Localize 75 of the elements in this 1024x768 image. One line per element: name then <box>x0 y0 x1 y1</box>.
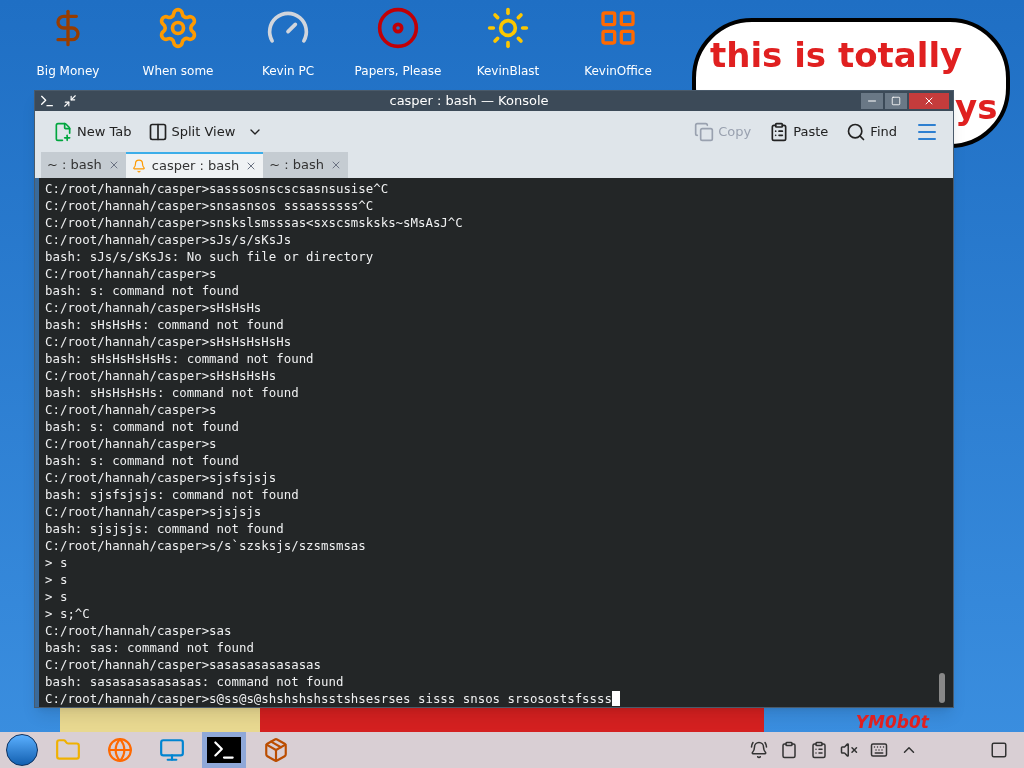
terminal-line: C:/root/hannah/casper>sHsHsHs <box>45 299 262 316</box>
start-button[interactable] <box>6 734 38 766</box>
desktop-icon-label: When some <box>142 63 214 80</box>
toolbar-button[interactable]: Find <box>842 116 901 147</box>
maximize-icon <box>891 96 901 107</box>
terminal-line: C:/root/hannah/casper>s <box>45 435 217 452</box>
toolbar-button[interactable]: New Tab <box>49 116 136 147</box>
taskbar-app[interactable] <box>202 732 246 768</box>
clipboard-icon[interactable] <box>780 741 798 759</box>
desktop-icon-label: Kevin PC <box>261 63 315 80</box>
notification-icon[interactable] <box>750 741 768 759</box>
bubble-text: this is totally <box>710 34 963 77</box>
terminal-line: C:/root/hannah/casper>sHsHsHsHsHs <box>45 333 292 350</box>
close-button[interactable] <box>909 93 949 110</box>
terminal-line: C:/root/hannah/casper>snsasnsos sssassssss^C <box>45 197 374 214</box>
terminal-line: bash: s: command not found <box>45 282 239 299</box>
terminal-line: bash: s: command not found <box>45 418 239 435</box>
show-desktop-icon[interactable] <box>990 741 1008 759</box>
desktop-text: YM0b0t <box>855 712 929 732</box>
browser-icon <box>107 737 133 763</box>
tab-label: casper : bash <box>151 157 240 176</box>
window-title: casper : bash — Konsole <box>389 92 549 111</box>
split-icon <box>147 121 168 142</box>
terminal-line: bash: sjsfsjsjs: command not found <box>45 486 299 503</box>
terminal-line: bash: sJs/s/sKsJs: No such file or directory <box>45 248 374 265</box>
notes-icon[interactable] <box>810 741 828 759</box>
scrollbar[interactable] <box>939 673 945 703</box>
desktop-icon-label: Big Money <box>36 63 100 80</box>
minimize-button[interactable] <box>861 93 883 110</box>
terminal-line: > s <box>45 588 68 605</box>
keyboard-icon[interactable] <box>870 741 888 759</box>
terminal-line: C:/root/hannah/casper>snskslsmsssas<sxscsmsksks~sMsAsJ^C <box>45 214 463 231</box>
terminal-line: C:/root/hannah/casper>s <box>45 265 217 282</box>
bubble-text: ys <box>955 87 998 127</box>
copy-icon <box>694 121 715 142</box>
desktop-icon-label: KevinBlast <box>476 63 540 80</box>
newtab-icon <box>53 121 73 142</box>
find-icon <box>846 121 867 142</box>
terminal-line: C:/root/hannah/casper>sas <box>45 622 232 639</box>
toolbar-button[interactable]: Split View <box>143 116 240 147</box>
terminal-line: bash: sHsHsHsHs: command not found <box>45 384 299 401</box>
terminal-line: C:/root/hannah/casper>sjsfsjsjs <box>45 469 277 486</box>
desktop-icon-label: Papers, Please <box>354 63 442 80</box>
muted-speaker-icon[interactable] <box>840 741 858 759</box>
terminal-line: bash: sasasasasasasas: command not found <box>45 673 344 690</box>
tab[interactable]: ~ : bash <box>41 152 126 178</box>
tab[interactable]: ~ : bash <box>263 152 348 178</box>
terminal-line: C:/root/hannah/casper>sasssosnscscsasnsusise^C <box>45 180 389 197</box>
tab-label: ~ : bash <box>47 156 102 175</box>
monitor-icon <box>159 737 185 763</box>
terminal-line: bash: sjsjsjs: command not found <box>45 520 284 537</box>
text-cursor <box>611 691 620 706</box>
terminal-line: bash: s: command not found <box>45 452 239 469</box>
terminal-line: C:/root/hannah/casper>sasasasasasasas <box>45 656 321 673</box>
terminal-line: C:/root/hannah/casper>s <box>45 401 217 418</box>
terminal-line: bash: sas: command not found <box>45 639 254 656</box>
files-icon <box>55 737 81 763</box>
terminal-line: > s <box>45 554 68 571</box>
terminal-line: bash: sHsHsHsHsHs: command not found <box>45 350 314 367</box>
terminal-line: C:/root/hannah/casper>sjsjsjs <box>45 503 262 520</box>
desktop-icon-label: KevinOffice <box>584 63 652 80</box>
toolbar-button[interactable]: Paste <box>765 116 833 147</box>
paste-icon <box>769 121 790 142</box>
terminal-line: C:/root/hannah/casper>s/s`szsksjs/szsmsmsas <box>45 537 366 554</box>
maximize-button[interactable] <box>885 93 907 110</box>
terminal-line: C:/root/hannah/casper>sJs/s/sKsJs <box>45 231 292 248</box>
package-icon <box>263 737 289 763</box>
terminal-line: > s <box>45 571 68 588</box>
tab[interactable]: casper : bash <box>125 152 264 178</box>
terminal-line: bash: sHsHsHs: command not found <box>45 316 284 333</box>
tab-label: ~ : bash <box>269 156 324 175</box>
terminal-icon <box>207 737 241 763</box>
terminal-line: > s;^C <box>45 605 90 622</box>
terminal-line: C:/root/hannah/casper>s@ss@s@shshshshsstshsesrses sisss snsos srsosostsfssss <box>45 690 612 707</box>
terminal-line: C:/root/hannah/casper>sHsHsHsHs <box>45 367 277 384</box>
